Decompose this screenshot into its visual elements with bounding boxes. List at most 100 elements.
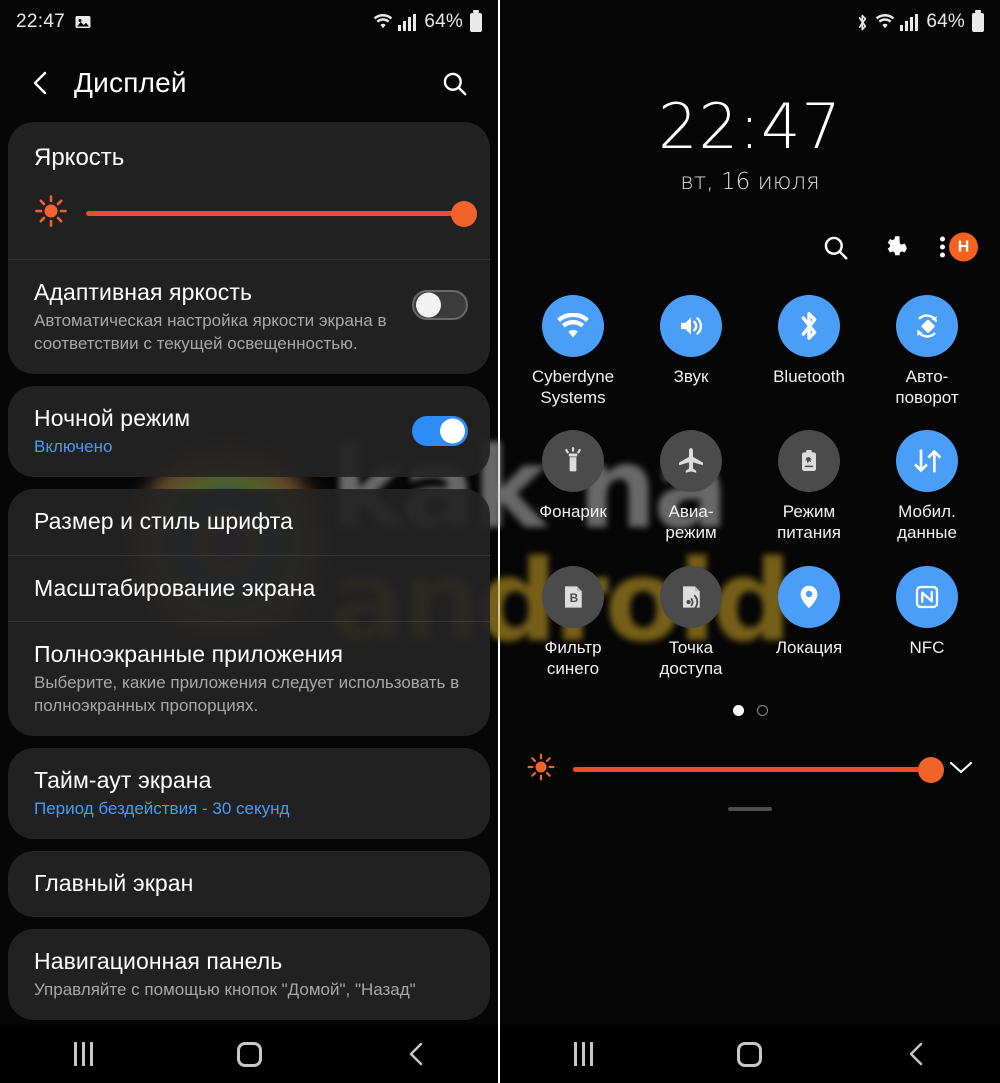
screen-timeout-row[interactable]: Тайм-аут экрана Период бездействия - 30 …	[8, 748, 490, 839]
quick-tile-label: Локация	[775, 637, 843, 657]
quick-tiles-row: Фонарик Авиа- режим Режим питания Мобил.…	[514, 430, 986, 565]
left-status-bar: 22:47 64%	[0, 0, 498, 44]
quick-tiles-grid: Cyberdyne Systems Звук Bluetooth Авто- п…	[500, 295, 1000, 701]
recents-icon[interactable]	[548, 1033, 618, 1075]
avatar[interactable]: H	[949, 232, 978, 262]
quick-tile-nfc[interactable]: NFC	[868, 565, 986, 679]
hotspot-icon	[660, 565, 722, 628]
quick-tile-label: Звук	[673, 367, 709, 386]
quick-tile-hotspot[interactable]: Точка доступа	[632, 565, 750, 679]
signal-icon	[398, 13, 417, 31]
quick-tile-label: Авиа- режим	[665, 502, 717, 543]
nfc-icon	[896, 565, 958, 628]
brightness-sun-icon	[34, 194, 68, 233]
brightness-slider[interactable]	[86, 200, 477, 227]
overflow-menu-icon[interactable]	[940, 236, 945, 258]
bluetooth-icon	[855, 13, 870, 32]
auto-rotate-icon	[896, 295, 958, 357]
gear-icon[interactable]	[881, 234, 908, 261]
battery-percent: 64%	[424, 11, 463, 32]
fullscreen-apps-title: Полноэкранные приложения	[34, 641, 344, 668]
quick-tile-power-mode[interactable]: Режим питания	[750, 430, 868, 543]
quick-tile-flashlight[interactable]: Фонарик	[514, 430, 632, 543]
night-mode-subtitle: Включено	[34, 437, 113, 457]
brightness-block: Яркость	[8, 122, 490, 259]
display-options-card: Размер и стиль шрифта Масштабирование эк…	[8, 489, 490, 737]
left-panel-display-settings: 22:47 64% Дисплей Яркость Адаптивная ярк…	[0, 0, 500, 1083]
night-mode-card: Ночной режим Включено	[8, 385, 490, 478]
quick-tile-mobile-data[interactable]: Мобил. данные	[868, 430, 986, 543]
quick-tiles-row: Cyberdyne Systems Звук Bluetooth Авто- п…	[514, 295, 986, 430]
quick-tiles-row: B Фильтр синего Точка доступа Локация NF…	[514, 565, 986, 701]
navigation-bar-card: Навигационная панель Управляйте с помощь…	[8, 928, 490, 1020]
home-icon[interactable]	[215, 1033, 285, 1075]
wifi-icon	[542, 295, 604, 357]
quick-tile-label: Режим питания	[777, 502, 841, 543]
location-pin-icon	[778, 565, 840, 628]
quick-tile-label: NFC	[909, 637, 945, 657]
back-icon[interactable]	[882, 1033, 952, 1075]
battery-icon	[470, 9, 482, 32]
fullscreen-apps-row[interactable]: Полноэкранные приложения Выберите, какие…	[8, 621, 490, 736]
quick-tile-sound[interactable]: Звук	[632, 295, 750, 408]
chevron-down-icon[interactable]	[948, 759, 974, 781]
home-icon[interactable]	[715, 1033, 785, 1075]
font-size-row[interactable]: Размер и стиль шрифта	[8, 489, 490, 554]
home-screen-row[interactable]: Главный экран	[8, 851, 490, 916]
quick-tile-blue-light-filter[interactable]: B Фильтр синего	[514, 565, 632, 679]
quick-brightness-slider-thumb[interactable]	[918, 756, 944, 783]
search-icon[interactable]	[434, 63, 474, 103]
status-time: 22:47	[16, 11, 66, 32]
quick-panel-actions: H	[500, 225, 1000, 269]
quick-tile-wifi[interactable]: Cyberdyne Systems	[514, 295, 632, 408]
clock-date: вт, 16 июля	[680, 169, 820, 195]
quick-tile-auto-rotate[interactable]: Авто- поворот	[868, 295, 986, 408]
back-icon[interactable]	[382, 1033, 452, 1075]
clock-block: 22:47 вт, 16 июля	[500, 90, 1000, 195]
fullscreen-apps-subtitle: Выберите, какие приложения следует испол…	[34, 673, 460, 716]
quick-tile-location[interactable]: Локация	[750, 565, 868, 679]
quick-tile-label: Фонарик	[539, 502, 607, 522]
screen-zoom-row[interactable]: Масштабирование экрана	[8, 554, 490, 621]
search-icon[interactable]	[822, 234, 849, 261]
airplane-icon	[660, 430, 722, 493]
screen-zoom-title: Масштабирование экрана	[34, 574, 316, 601]
navigation-bar-subtitle: Управляйте с помощью кнопок "Домой", "На…	[34, 980, 416, 1000]
settings-header: Дисплей	[0, 44, 498, 122]
back-button[interactable]	[22, 64, 60, 102]
right-status-bar: 64%	[500, 0, 1000, 44]
navigation-bar-row[interactable]: Навигационная панель Управляйте с помощь…	[8, 929, 490, 1020]
quick-brightness-slider[interactable]	[573, 756, 944, 783]
svg-text:B: B	[570, 591, 579, 605]
signal-icon	[900, 13, 919, 31]
page-title: Дисплей	[74, 67, 187, 98]
quick-tile-label: Точка доступа	[659, 637, 723, 678]
image-icon	[74, 13, 92, 31]
quick-tile-label: Фильтр синего	[544, 637, 602, 678]
mobile-data-icon	[896, 430, 958, 493]
blue-light-filter-icon: B	[542, 565, 604, 628]
adaptive-brightness-toggle[interactable]	[412, 290, 468, 320]
power-mode-icon	[778, 430, 840, 493]
panel-drag-handle[interactable]	[728, 807, 772, 812]
page-dot[interactable]	[756, 705, 768, 717]
adaptive-brightness-row[interactable]: Адаптивная яркость Автоматическая настро…	[8, 259, 490, 374]
home-screen-card: Главный экран	[8, 851, 490, 917]
night-mode-toggle[interactable]	[412, 415, 468, 446]
brightness-slider-thumb[interactable]	[451, 200, 477, 227]
recents-icon[interactable]	[48, 1033, 118, 1075]
right-navigation-bar	[500, 1025, 1000, 1083]
wifi-icon	[875, 14, 895, 30]
bluetooth-icon	[778, 295, 840, 357]
battery-icon	[972, 9, 984, 32]
left-navigation-bar	[0, 1025, 498, 1083]
page-dot-active[interactable]	[732, 705, 744, 717]
right-panel-quick-settings: 64% 22:47 вт, 16 июля H Cyberdyne System…	[500, 0, 1000, 1083]
quick-tile-label: Мобил. данные	[897, 502, 957, 543]
quick-tile-bluetooth[interactable]: Bluetooth	[750, 295, 868, 408]
brightness-sun-icon	[526, 752, 556, 787]
profile-menu-button[interactable]: H	[940, 229, 978, 265]
flashlight-icon	[542, 430, 604, 493]
quick-tile-airplane[interactable]: Авиа- режим	[632, 430, 750, 543]
night-mode-row[interactable]: Ночной режим Включено	[8, 386, 490, 477]
